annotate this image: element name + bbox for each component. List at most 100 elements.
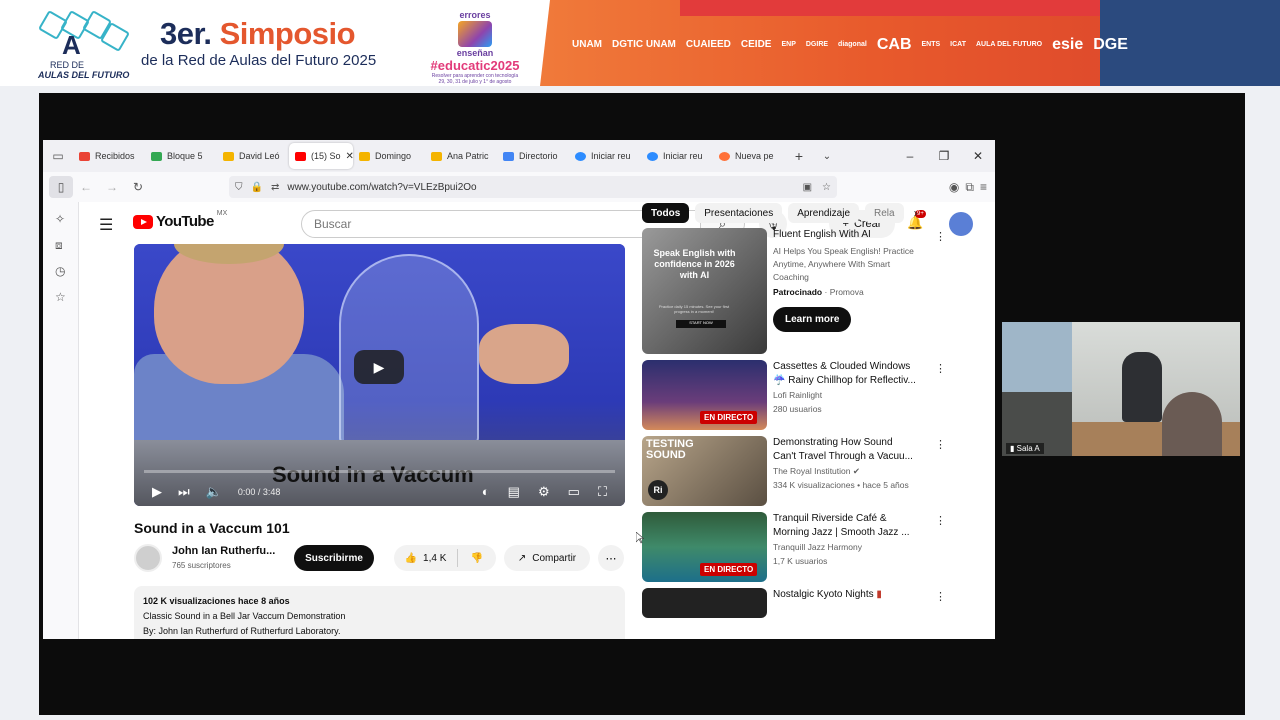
- channel-badge: Ri: [648, 480, 668, 500]
- video-player[interactable]: ▶ Sound in a Vaccum ▶ ⏭ 🔈 0:00 / 3:48 ◐ …: [134, 244, 625, 506]
- new-tab-icon[interactable]: +: [785, 148, 813, 164]
- ad-thumb-text: Speak English with confidence in 2026 wi…: [653, 248, 736, 280]
- banner-red-band: [680, 0, 1100, 16]
- channel-avatar[interactable]: [134, 544, 162, 572]
- more-actions-button[interactable]: ⋯: [598, 545, 624, 571]
- volume-icon[interactable]: 🔈: [206, 484, 222, 500]
- ai-sparkle-icon[interactable]: ✧: [55, 212, 65, 226]
- subscribe-button[interactable]: Suscribirme: [294, 545, 374, 571]
- channel-name[interactable]: John Ian Rutherfu...: [172, 545, 275, 557]
- browser-tab[interactable]: Ana Patric: [425, 143, 497, 169]
- subtitles-icon[interactable]: ▤: [508, 484, 520, 500]
- verified-check-icon: ✔: [852, 466, 860, 476]
- youtube-logo[interactable]: YouTube MX: [133, 210, 227, 230]
- browser-tab[interactable]: Nueva pe: [713, 143, 785, 169]
- tab-overview-icon[interactable]: ▭: [43, 140, 73, 172]
- attendee: [1162, 392, 1222, 456]
- video-progress-bar[interactable]: [144, 470, 615, 473]
- ad-thumbnail[interactable]: Speak English with confidence in 2026 wi…: [642, 228, 767, 354]
- sidebar-toggle-icon[interactable]: ▯: [49, 176, 73, 198]
- recommendation-item[interactable]: Nostalgic Kyoto Nights ▮ ⋮: [642, 588, 952, 618]
- event-banner: A RED DE AULAS DEL FUTURO 3er. Simposio …: [0, 0, 1280, 86]
- theater-mode-icon[interactable]: ▭: [568, 484, 580, 500]
- more-vertical-icon[interactable]: ⋮: [935, 438, 946, 451]
- more-vertical-icon[interactable]: ⋮: [935, 590, 946, 603]
- next-icon[interactable]: ⏭: [178, 484, 190, 500]
- partner-logo: UNAM: [572, 38, 602, 50]
- settings-gear-icon[interactable]: ⚙: [538, 484, 550, 500]
- slides-icon: [223, 151, 234, 161]
- chip-presentations[interactable]: Presentaciones: [695, 203, 783, 223]
- account-icon[interactable]: ◉: [949, 180, 959, 194]
- more-vertical-icon[interactable]: ⋮: [935, 514, 946, 527]
- partner-logo: CEIDE: [740, 38, 772, 50]
- drive-icon: [151, 151, 162, 161]
- recommendation-item[interactable]: TESTING SOUND Ri Demonstrating How Sound …: [642, 436, 952, 506]
- search-input[interactable]: Buscar: [301, 210, 701, 238]
- synced-tabs-icon[interactable]: ⧈: [55, 238, 63, 253]
- edu-hashtag: #educatic2025: [430, 58, 520, 73]
- close-tab-icon[interactable]: ✕: [346, 151, 353, 162]
- tab-label: Iniciar reu: [591, 151, 631, 161]
- reload-icon[interactable]: ↻: [125, 172, 151, 202]
- title-accent: Simposio: [219, 16, 356, 51]
- share-button[interactable]: ↗ Compartir: [504, 545, 590, 571]
- restore-icon[interactable]: ❐: [927, 140, 961, 172]
- camera-name: Sala A: [1016, 444, 1040, 453]
- browser-tab[interactable]: Recibidos: [73, 143, 145, 169]
- more-vertical-icon[interactable]: ⋮: [935, 230, 946, 243]
- chip-related[interactable]: Rela: [865, 203, 904, 223]
- browser-tab[interactable]: Iniciar reu: [569, 143, 641, 169]
- tab-list-chevron-icon[interactable]: ⌄: [813, 151, 841, 162]
- subscriber-count: 765 suscriptores: [172, 561, 231, 570]
- recommendation-item[interactable]: EN DIRECTO Tranquil Riverside Café & Mor…: [642, 512, 952, 582]
- chip-learning[interactable]: Aprendizaje: [788, 203, 860, 223]
- more-vertical-icon[interactable]: ⋮: [935, 362, 946, 375]
- recommendation-thumbnail[interactable]: EN DIRECTO: [642, 512, 767, 582]
- fullscreen-icon[interactable]: ⛶: [598, 484, 607, 500]
- chevron-right-icon[interactable]: ›: [914, 206, 918, 220]
- chip-all[interactable]: Todos: [642, 203, 690, 223]
- tab-label: David Leó: [239, 151, 280, 161]
- description-box[interactable]: 102 K visualizaciones hace 8 años Classi…: [134, 586, 625, 639]
- big-play-button[interactable]: ▶: [354, 350, 404, 384]
- recommendation-thumbnail[interactable]: EN DIRECTO: [642, 360, 767, 430]
- learn-more-button[interactable]: Learn more: [773, 307, 852, 332]
- video-hand: [479, 324, 569, 384]
- browser-tab-active[interactable]: (15) So ✕: [289, 143, 353, 169]
- youtube-play-icon: [133, 214, 153, 229]
- picture-in-picture-icon[interactable]: ▣: [803, 182, 812, 193]
- close-window-icon[interactable]: ✕: [961, 140, 995, 172]
- like-button[interactable]: 👍 1,4 K: [394, 549, 458, 567]
- bookmark-star-icon[interactable]: ☆: [822, 182, 831, 193]
- filter-chips: Todos Presentaciones Aprendizaje Rela ›: [642, 202, 972, 224]
- back-icon[interactable]: ←: [73, 172, 99, 202]
- history-icon[interactable]: ◷: [55, 264, 65, 278]
- menu-icon[interactable]: ≡: [980, 180, 987, 194]
- youtube-page: ☰ YouTube MX Buscar ⌕ 🎙 + Crear 🔔 9+ ▶ S…: [79, 202, 995, 639]
- play-icon[interactable]: ▶: [152, 484, 162, 500]
- autoplay-toggle-icon[interactable]: ◐: [482, 484, 490, 500]
- edu-line2: enseñan: [456, 48, 494, 58]
- forward-icon[interactable]: →: [99, 172, 125, 202]
- browser-tab[interactable]: David Leó: [217, 143, 289, 169]
- browser-tab[interactable]: Directorio: [497, 143, 569, 169]
- browser-tab[interactable]: Iniciar reu: [641, 143, 713, 169]
- minimize-icon[interactable]: –: [893, 140, 927, 172]
- bookmarks-icon[interactable]: ☆: [55, 290, 66, 304]
- dislike-button[interactable]: 👎: [458, 553, 496, 564]
- browser-tab[interactable]: Bloque 5: [145, 143, 217, 169]
- hamburger-menu-icon[interactable]: ☰: [99, 215, 113, 235]
- browser-tab[interactable]: Domingo: [353, 143, 425, 169]
- shield-icon: ⛉: [235, 181, 243, 193]
- recommendation-meta: 334 K visualizaciones • hace 5 años: [773, 480, 909, 490]
- channel-row: John Ian Rutherfu... 765 suscriptores Su…: [134, 542, 625, 578]
- ad-card[interactable]: Speak English with confidence in 2026 wi…: [642, 228, 952, 354]
- recommendation-thumbnail[interactable]: TESTING SOUND Ri: [642, 436, 767, 506]
- tab-label: Iniciar reu: [663, 151, 703, 161]
- address-bar[interactable]: ⛉ 🔒 ⇄ www.youtube.com/watch?v=VLEzBpui2O…: [229, 176, 837, 198]
- recommendation-thumbnail[interactable]: [642, 588, 767, 618]
- extensions-icon[interactable]: ⧉: [965, 180, 974, 195]
- recommendation-item[interactable]: EN DIRECTO Cassettes & Clouded Windows ☔…: [642, 360, 952, 430]
- thumb-text-line: SOUND: [646, 449, 686, 461]
